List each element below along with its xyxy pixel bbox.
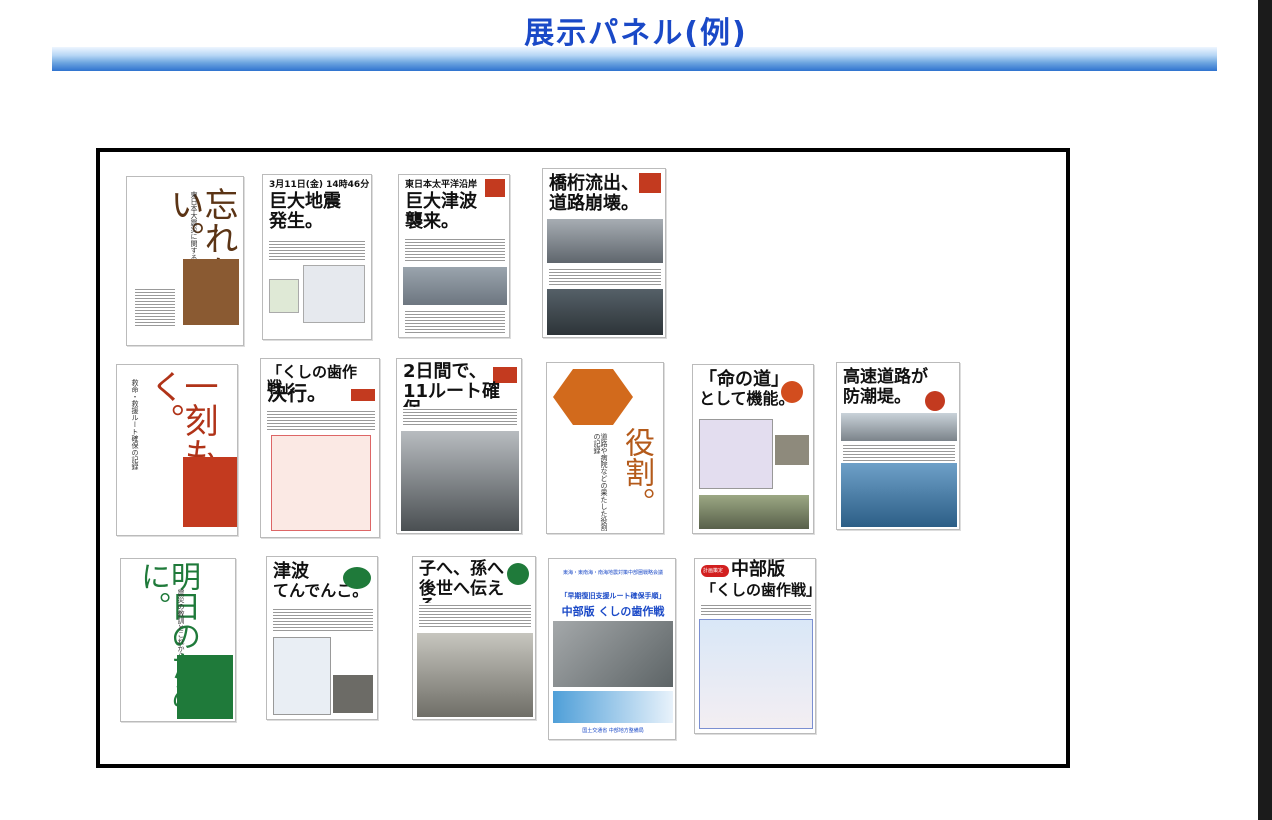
panel-subtitle: 救命・救援ルート確保の記録 bbox=[131, 379, 139, 470]
panel-heading-1: 津波 bbox=[273, 561, 309, 582]
panel-org: 東海・東南海・南海地震対策中部圏戦略会議 bbox=[562, 570, 663, 576]
route-map bbox=[699, 419, 773, 489]
panel-heading-1: 橋桁流出、 bbox=[549, 173, 639, 194]
circle-badge bbox=[925, 391, 945, 411]
road-photo bbox=[775, 435, 809, 465]
route-map bbox=[271, 435, 371, 531]
panel-heading-2: 「くしの歯作戦」 bbox=[701, 581, 816, 599]
bridge-photo bbox=[547, 219, 663, 263]
panel-gallery-frame: 忘れない。 東日本大震災に関する道路啓開等の記録 3月11日(金) 14時46分… bbox=[96, 148, 1070, 768]
right-edge-bar bbox=[1258, 0, 1272, 820]
title-underline-band bbox=[52, 47, 1217, 71]
body-text bbox=[267, 409, 375, 431]
panel-tsunamitendenko: 津波 てんでんこ。 bbox=[266, 556, 378, 720]
panel-heading-2: 巨大地震 bbox=[269, 191, 341, 212]
panel-kohemagohe: 子へ、孫へ 後世へ伝える。 bbox=[412, 556, 536, 720]
corner-badge bbox=[351, 389, 375, 401]
panel-ikkokumo: 一刻も早く。 救命・救援ルート確保の記録 bbox=[116, 364, 238, 536]
panel-chubu-kushinoha: 計画策定 中部版 「くしの歯作戦」 bbox=[694, 558, 816, 734]
panel-heading: 中部版 くしの歯作戦 bbox=[561, 605, 665, 618]
panel-jishin: 3月11日(金) 14時46分 巨大地震 発生。 bbox=[262, 174, 372, 340]
panel-heading-3: 発生。 bbox=[269, 211, 323, 232]
panel-boucyoutei: 高速道路が 防潮堤。 bbox=[836, 362, 960, 530]
circle-badge bbox=[507, 563, 529, 585]
octagon-shape bbox=[553, 369, 633, 425]
body-text bbox=[405, 237, 505, 263]
panel-footer: 国土交通省 中部地方整備局 bbox=[582, 728, 644, 734]
route-map bbox=[699, 619, 813, 729]
body-text bbox=[269, 239, 365, 261]
body-text bbox=[135, 287, 175, 327]
route-map bbox=[273, 637, 331, 715]
tsunami-photo bbox=[403, 267, 507, 305]
corner-badge bbox=[485, 179, 505, 197]
plan-badge-label: 計画策定 bbox=[703, 568, 724, 574]
panel-2nichikan: 2日間で、 11ルート確保。 bbox=[396, 358, 522, 534]
map-image bbox=[303, 265, 365, 323]
circle-badge bbox=[781, 381, 803, 403]
panel-heading-1: 3月11日(金) 14時46分 bbox=[269, 180, 370, 190]
panel-wasurenai: 忘れない。 東日本大震災に関する道路啓開等の記録 bbox=[126, 176, 244, 346]
text-box bbox=[183, 457, 237, 527]
panel-title: 役割。 bbox=[619, 427, 654, 517]
debris-photo bbox=[401, 431, 519, 531]
evacuation-photo bbox=[333, 675, 373, 713]
panel-heading-2: 決行。 bbox=[267, 381, 327, 405]
panel-subtitle: 道路や病院などの果たした役割の記録 bbox=[593, 433, 608, 531]
highway-photo bbox=[841, 413, 957, 441]
panel-yakuwari: 役割。 道路や病院などの果たした役割の記録 bbox=[546, 362, 664, 534]
photo-collage bbox=[553, 621, 673, 687]
stone-monument-photo bbox=[417, 633, 533, 717]
panel-ashitanotameni: 明日のために。 震災の教訓とこれからの備え bbox=[120, 558, 236, 722]
panel-kyoukou: 橋桁流出、 道路崩壊。 bbox=[542, 168, 666, 338]
panel-heading-1: 2日間で、 bbox=[403, 361, 487, 382]
panel-tsunami: 東日本太平洋沿岸 巨大津波 襲来。 bbox=[398, 174, 510, 338]
panel-heading-1: 東日本太平洋沿岸 bbox=[405, 180, 478, 190]
body-text bbox=[701, 603, 811, 615]
table bbox=[405, 309, 505, 335]
aerial-photo bbox=[841, 463, 957, 527]
panel-heading-3: 襲来。 bbox=[405, 211, 459, 232]
body-text bbox=[549, 267, 661, 285]
circle-badge bbox=[343, 567, 371, 589]
body-text bbox=[403, 407, 517, 427]
panel-heading-2: 防潮堤。 bbox=[843, 387, 911, 407]
text-box bbox=[177, 655, 233, 719]
text-box bbox=[183, 259, 239, 325]
road-photo bbox=[547, 289, 663, 335]
body-text bbox=[419, 603, 531, 629]
panel-heading-1: 子へ、孫へ bbox=[419, 559, 504, 579]
body-text bbox=[273, 607, 373, 633]
panel-heading-1: 「命の道」 bbox=[699, 369, 789, 390]
panel-subtitle: 「早期復旧支援ルート確保手順」 bbox=[560, 592, 666, 600]
panel-kushinoha: 「くしの歯作戦」、 決行。 bbox=[260, 358, 380, 538]
panel-heading-2: 巨大津波 bbox=[405, 191, 477, 212]
panel-inochinomichi: 「命の道」 として機能。 bbox=[692, 364, 814, 534]
map-collage bbox=[553, 691, 673, 723]
panel-chubu-plan: 東海・東南海・南海地震対策中部圏戦略会議 「早期復旧支援ルート確保手順」 中部版… bbox=[548, 558, 676, 740]
corner-badge bbox=[639, 173, 661, 193]
page-title: 展示パネル(例) bbox=[524, 16, 748, 51]
road-photo-bottom bbox=[699, 495, 809, 529]
panel-heading-2: 道路崩壊。 bbox=[549, 193, 639, 214]
body-text bbox=[843, 443, 955, 461]
panel-heading-1: 高速道路が bbox=[843, 367, 928, 387]
map-image-small bbox=[269, 279, 299, 313]
panel-heading-1: 中部版 bbox=[731, 559, 785, 580]
